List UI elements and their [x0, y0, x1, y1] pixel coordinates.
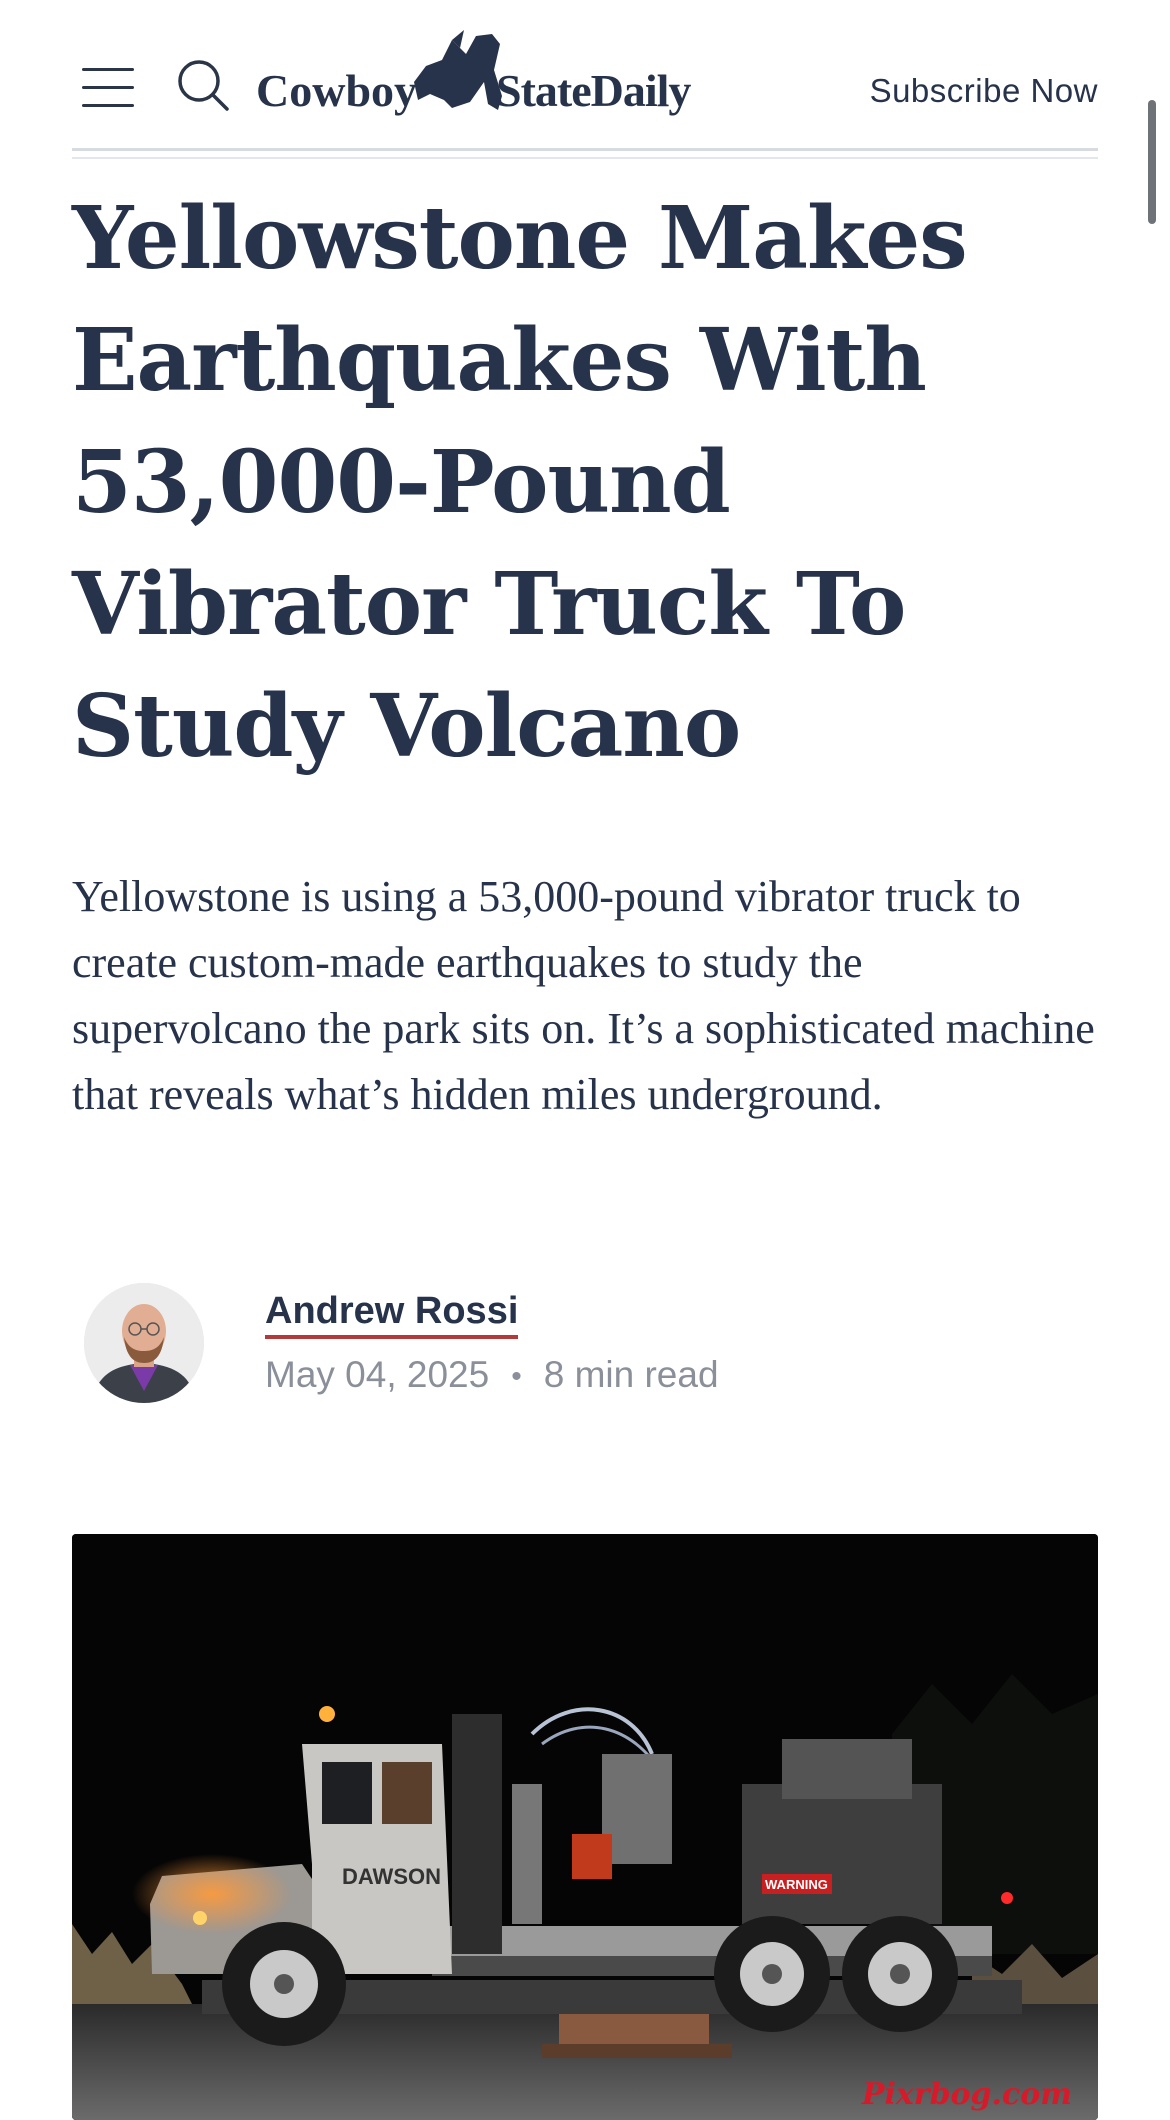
author-avatar[interactable]: [84, 1283, 204, 1403]
publish-date: May 04, 2025: [265, 1354, 490, 1395]
svg-text:Cowboy: Cowboy: [256, 65, 417, 116]
svg-text:DAWSON: DAWSON: [342, 1864, 441, 1889]
image-watermark: Pixrbog.com: [861, 2077, 1072, 2112]
cowboy-state-daily-logo[interactable]: Cowboy StateDaily: [256, 30, 696, 126]
read-time: 8 min read: [543, 1354, 719, 1395]
search-icon[interactable]: [176, 58, 230, 112]
meta-separator: •: [511, 1360, 522, 1394]
article-dek: Yellowstone is using a 53,000-pound vibr…: [72, 872, 1095, 1119]
header-divider-secondary: [72, 157, 1098, 159]
article-meta: May 04, 2025 • 8 min read: [265, 1354, 719, 1396]
author-name-link[interactable]: Andrew Rossi: [265, 1290, 519, 1339]
article-hero-image[interactable]: DAWSON WARNING Pixrbog.com: [72, 1534, 1098, 2120]
svg-text:StateDaily: StateDaily: [496, 65, 691, 116]
page-scrollbar-thumb[interactable]: [1148, 100, 1156, 224]
hamburger-menu-icon[interactable]: [82, 64, 134, 110]
article-headline: Yellowstone Makes Earthquakes With 53,00…: [72, 188, 968, 777]
subscribe-now-link[interactable]: Subscribe Now: [870, 72, 1098, 110]
site-header: Cowboy StateDaily Subscribe Now: [0, 0, 1170, 160]
bucking-horse-logo-icon: [414, 30, 502, 110]
svg-text:WARNING: WARNING: [765, 1877, 828, 1892]
header-divider: [72, 148, 1098, 151]
